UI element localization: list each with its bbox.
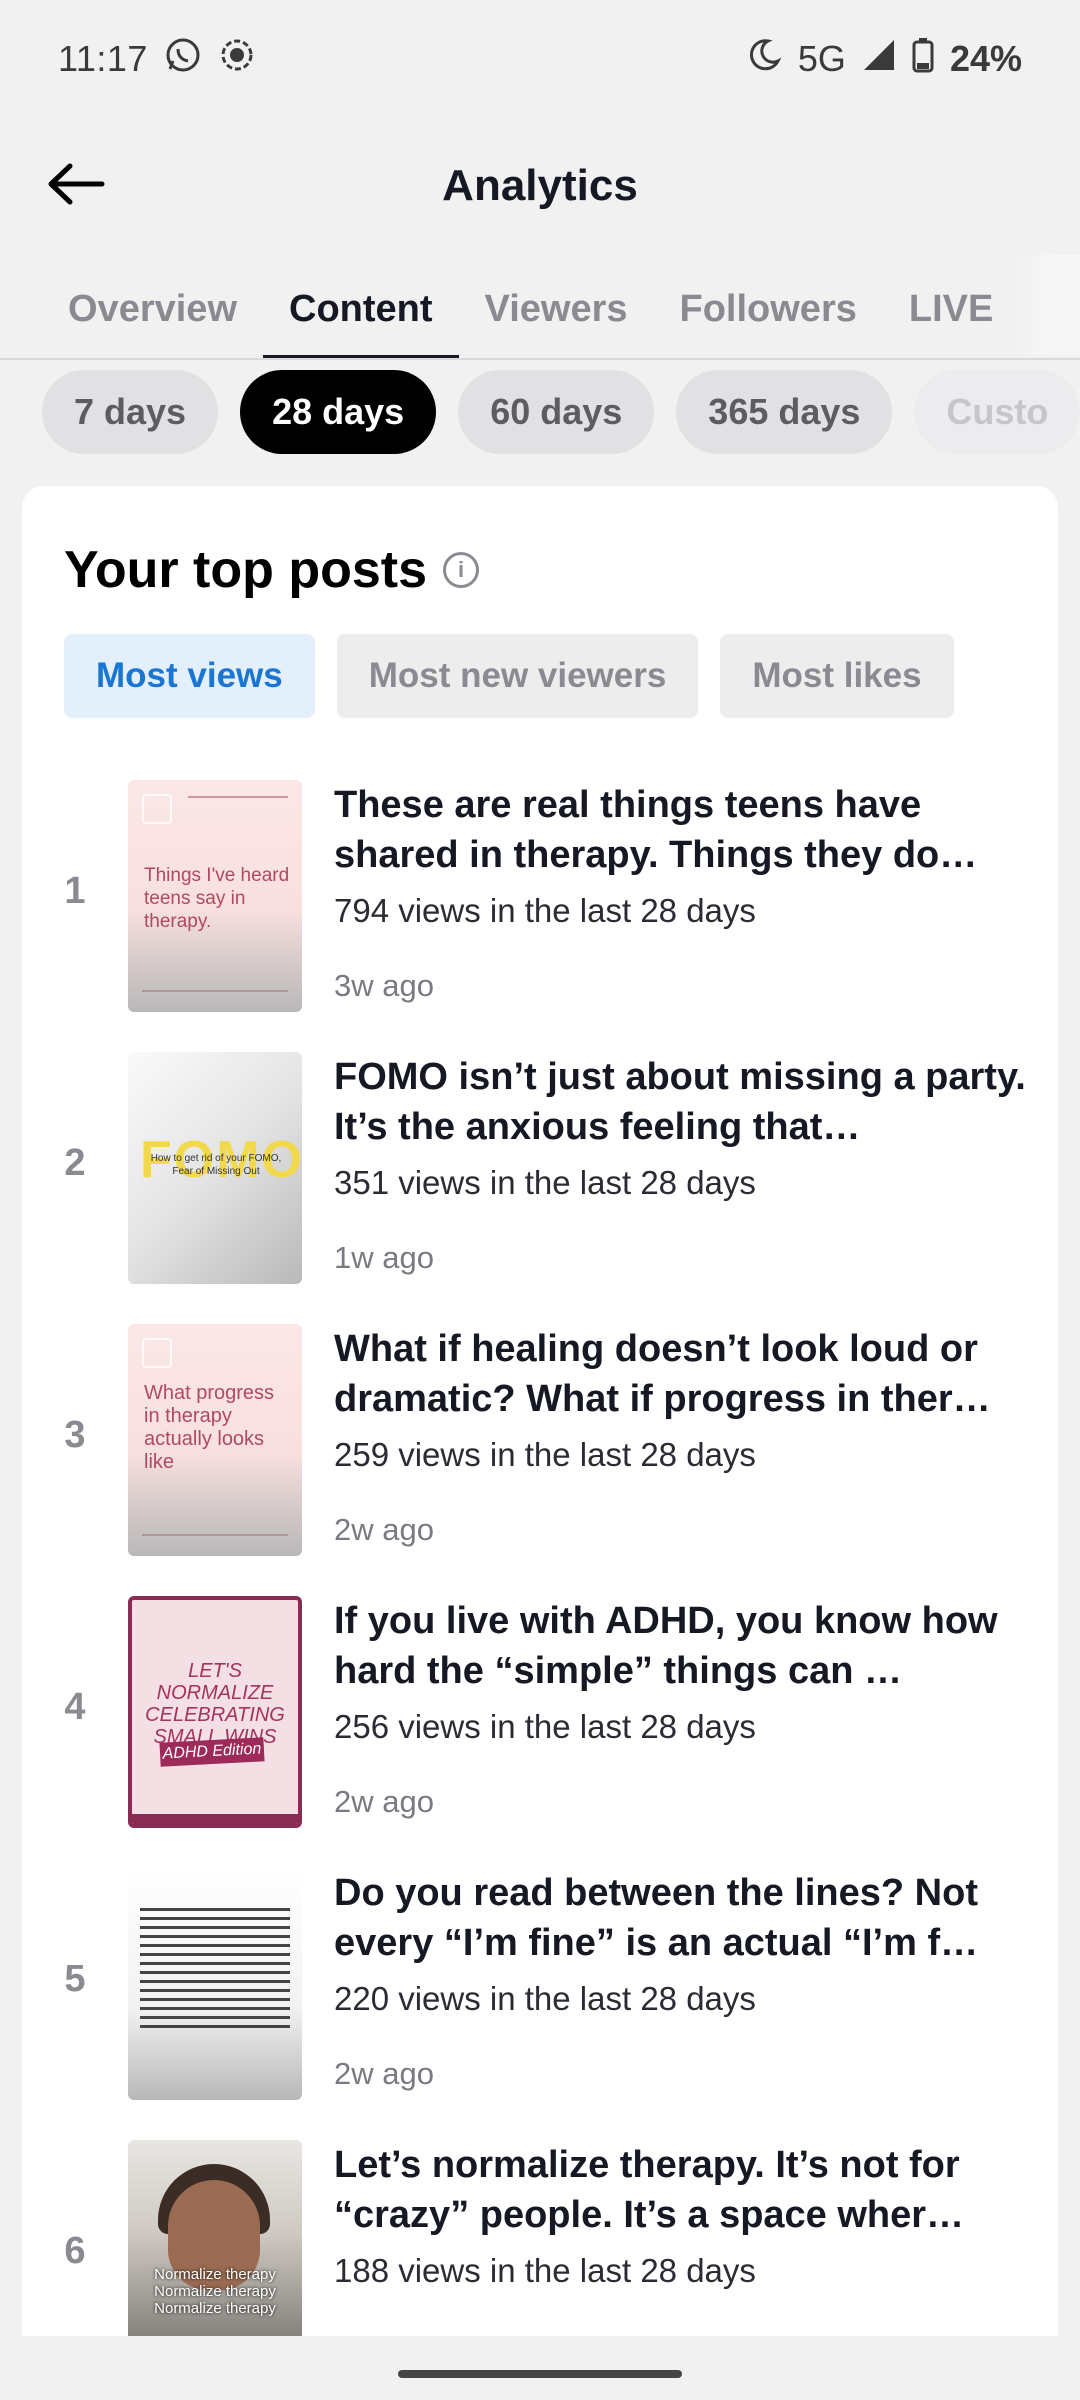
thumbnail-caption: What progress in therapy actually looks … (144, 1382, 275, 1473)
post-rank: 1 (64, 870, 86, 912)
post-views: 794 views in the last 28 days (334, 892, 756, 929)
signal-icon (862, 38, 896, 81)
tab-viewers[interactable]: Viewers (459, 260, 654, 358)
post-thumbnail: Things I've heard teens say in therapy. (128, 780, 302, 1012)
post-thumbnail: What progress in therapy actually looks … (128, 1324, 302, 1556)
top-posts-card: Your top posts i Most views Most new vie… (22, 486, 1058, 2336)
post-item[interactable]: 4 LET'S NORMALIZE CELEBRATING SMALL WINS… (22, 1596, 1058, 1828)
top-posts-heading: Your top posts i (64, 540, 480, 600)
battery-icon (912, 37, 934, 82)
post-item[interactable]: 3 What progress in therapy actually look… (22, 1324, 1058, 1556)
range-28-days[interactable]: 28 days (240, 370, 437, 454)
post-item[interactable]: 2 FOMO How to get rid of your FOMO, Fear… (22, 1052, 1058, 1284)
post-age: 1w ago (334, 1240, 434, 1275)
sort-filters: Most views Most new viewers Most likes (64, 634, 954, 718)
post-age: 2w ago (334, 1784, 434, 1819)
post-views: 188 views in the last 28 days (334, 2252, 756, 2289)
post-age: 2w ago (334, 2056, 434, 2091)
record-icon (218, 36, 256, 83)
post-title: FOMO isn’t just about missing a party. I… (334, 1056, 1026, 1148)
range-7-days[interactable]: 7 days (42, 370, 219, 454)
post-details: What if healing doesn’t look loud or dra… (334, 1324, 1034, 1548)
tab-overview[interactable]: Overview (42, 260, 263, 358)
post-thumbnail: LET'S NORMALIZE CELEBRATING SMALL WINS A… (128, 1596, 302, 1828)
tab-fade (1010, 255, 1080, 355)
post-views: 259 views in the last 28 days (334, 1436, 756, 1473)
status-right: 5G 24% (746, 37, 1022, 82)
post-details: If you live with ADHD, you know how hard… (334, 1596, 1034, 1820)
post-rank: 2 (64, 1142, 86, 1184)
post-details: These are real things teens have shared … (334, 780, 1034, 1004)
thumbnail-subcaption: How to get rid of your FOMO, Fear of Mis… (150, 1153, 282, 1177)
home-indicator[interactable] (398, 2370, 682, 2378)
date-range-selector: 7 days 28 days 60 days 365 days Custo (42, 370, 1080, 454)
status-bar: 11:17 5G 24% (0, 0, 1080, 118)
thumbnail-caption: Things I've heard teens say in therapy. (144, 865, 290, 932)
post-views: 220 views in the last 28 days (334, 1980, 756, 2017)
tab-content[interactable]: Content (263, 260, 459, 358)
thumbnail-caption: Normalize therapy Normalize therapy Norm… (154, 2266, 276, 2317)
post-age: 3w ago (334, 968, 434, 1003)
status-left: 11:17 (58, 36, 256, 83)
page-title: Analytics (442, 161, 638, 210)
network-label: 5G (797, 38, 846, 79)
post-thumbnail (128, 1868, 302, 2100)
post-title: If you live with ADHD, you know how hard… (334, 1600, 998, 1692)
status-time: 11:17 (58, 38, 148, 79)
filter-most-new-viewers[interactable]: Most new viewers (336, 634, 699, 718)
thumbnail-caption: LET'S NORMALIZE CELEBRATING SMALL WINS (145, 1660, 285, 1748)
post-item[interactable]: 1 Things I've heard teens say in therapy… (22, 780, 1058, 1012)
post-views: 351 views in the last 28 days (334, 1164, 756, 1201)
range-custom[interactable]: Custo (914, 370, 1080, 454)
back-button[interactable] (40, 150, 112, 222)
post-title: Let’s normalize therapy. It’s not for “c… (334, 2144, 965, 2236)
post-title: These are real things teens have shared … (334, 784, 978, 876)
arrow-left-icon (46, 162, 106, 211)
post-item[interactable]: 5 Do you read between the lines? Not eve… (22, 1868, 1058, 2100)
post-rank: 6 (64, 2230, 86, 2272)
tab-live[interactable]: LIVE (883, 260, 1019, 358)
post-details: Do you read between the lines? Not every… (334, 1868, 1034, 2092)
post-title: Do you read between the lines? Not every… (334, 1872, 979, 1964)
post-details: Let’s normalize therapy. It’s not for “c… (334, 2140, 1034, 2290)
image-icon (142, 794, 172, 824)
top-posts-title: Your top posts (64, 541, 428, 599)
app-header: Analytics (0, 130, 1080, 242)
moon-icon (746, 37, 782, 82)
post-details: FOMO isn’t just about missing a party. I… (334, 1052, 1034, 1276)
tab-bar: Overview Content Viewers Followers LIVE (0, 260, 1080, 360)
range-60-days[interactable]: 60 days (458, 370, 655, 454)
nav-area (0, 2336, 1080, 2400)
image-icon (142, 1338, 172, 1368)
thumbnail-text-block (140, 1908, 290, 2034)
post-thumbnail: Normalize therapy Normalize therapy Norm… (128, 2140, 302, 2336)
post-rank: 5 (64, 1958, 86, 2000)
post-title: What if healing doesn’t look loud or dra… (334, 1328, 991, 1420)
whatsapp-icon (164, 36, 202, 83)
post-rank: 3 (64, 1414, 86, 1456)
post-thumbnail: FOMO How to get rid of your FOMO, Fear o… (128, 1052, 302, 1284)
post-views: 256 views in the last 28 days (334, 1708, 756, 1745)
tab-followers[interactable]: Followers (654, 260, 883, 358)
filter-most-likes[interactable]: Most likes (720, 634, 954, 718)
battery-percent: 24% (949, 38, 1022, 79)
filter-most-views[interactable]: Most views (64, 634, 315, 718)
thumbnail-tag: ADHD Edition (159, 1737, 265, 1767)
post-age: 2w ago (334, 1512, 434, 1547)
post-item[interactable]: 6 Normalize therapy Normalize therapy No… (22, 2140, 1058, 2336)
post-rank: 4 (64, 1686, 86, 1728)
range-365-days[interactable]: 365 days (676, 370, 893, 454)
info-icon[interactable]: i (443, 552, 480, 588)
